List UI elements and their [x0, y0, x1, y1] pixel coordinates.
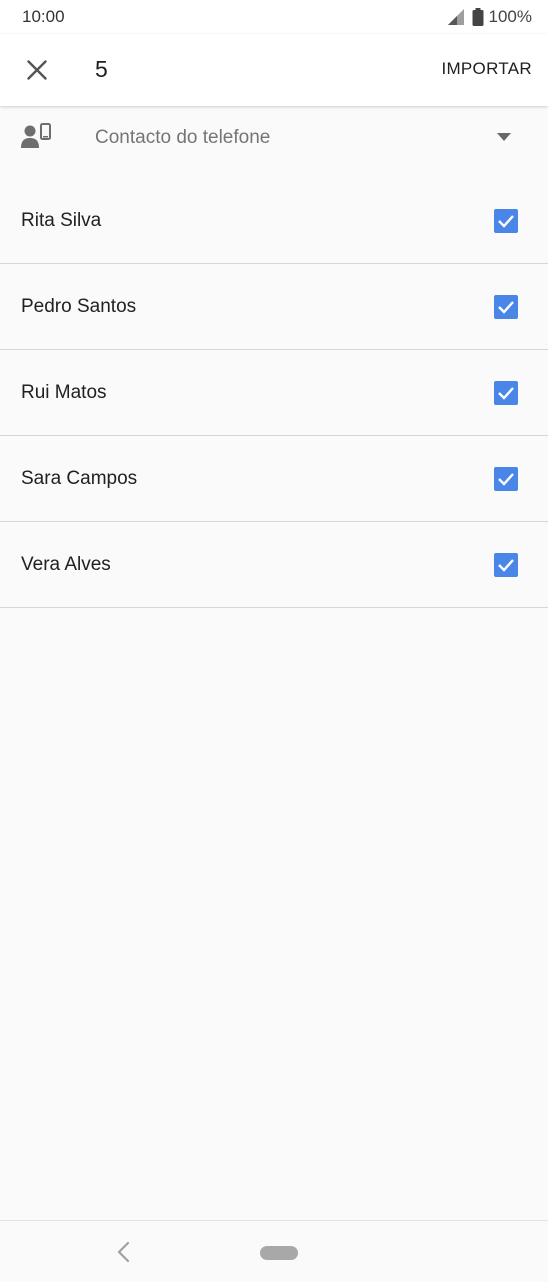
- checkmark-icon: [498, 301, 514, 314]
- app-bar: 5 IMPORTAR: [0, 34, 548, 106]
- status-time: 10:00: [22, 7, 65, 26]
- selected-count: 5: [95, 56, 108, 82]
- contact-list: Rita Silva Pedro Santos Rui Matos Sara C…: [0, 178, 548, 608]
- checkmark-icon: [498, 215, 514, 228]
- import-button[interactable]: IMPORTAR: [441, 59, 532, 79]
- system-nav-bar: [0, 1220, 548, 1282]
- contact-name: Vera Alves: [21, 554, 111, 575]
- checkmark-icon: [498, 559, 514, 572]
- close-button[interactable]: [18, 51, 56, 89]
- checkmark-icon: [498, 473, 514, 486]
- contact-checkbox[interactable]: [494, 295, 518, 319]
- account-label: Contacto do telefone: [95, 127, 271, 148]
- signal-icon: [447, 9, 464, 25]
- battery-percentage: 100%: [488, 7, 532, 26]
- contact-row-rita-silva[interactable]: Rita Silva: [0, 178, 548, 264]
- dropdown-arrow-icon: [497, 133, 511, 141]
- contact-row-pedro-santos[interactable]: Pedro Santos: [0, 264, 548, 350]
- contact-name: Sara Campos: [21, 468, 138, 489]
- phone-contact-icon: [21, 123, 51, 148]
- contact-name: Pedro Santos: [21, 296, 137, 317]
- home-pill-icon[interactable]: [260, 1246, 298, 1260]
- contact-row-sara-campos[interactable]: Sara Campos: [0, 436, 548, 522]
- contact-name: Rui Matos: [21, 382, 107, 403]
- checkmark-icon: [498, 387, 514, 400]
- import-contacts-screen: 10:00 100% 5 IMPORTAR Contacto do telefo…: [0, 0, 548, 1282]
- battery-icon: [472, 8, 484, 26]
- contact-row-vera-alves[interactable]: Vera Alves: [0, 522, 548, 608]
- back-chevron-icon[interactable]: [114, 1241, 134, 1263]
- close-icon: [27, 60, 47, 80]
- contact-name: Rita Silva: [21, 210, 102, 231]
- contact-checkbox[interactable]: [494, 467, 518, 491]
- contact-checkbox[interactable]: [494, 209, 518, 233]
- status-right-group: 100%: [447, 7, 532, 27]
- status-bar: 10:00 100%: [0, 0, 548, 34]
- account-selector[interactable]: Contacto do telefone: [0, 106, 548, 170]
- contact-checkbox[interactable]: [494, 381, 518, 405]
- contact-row-rui-matos[interactable]: Rui Matos: [0, 350, 548, 436]
- contact-checkbox[interactable]: [494, 553, 518, 577]
